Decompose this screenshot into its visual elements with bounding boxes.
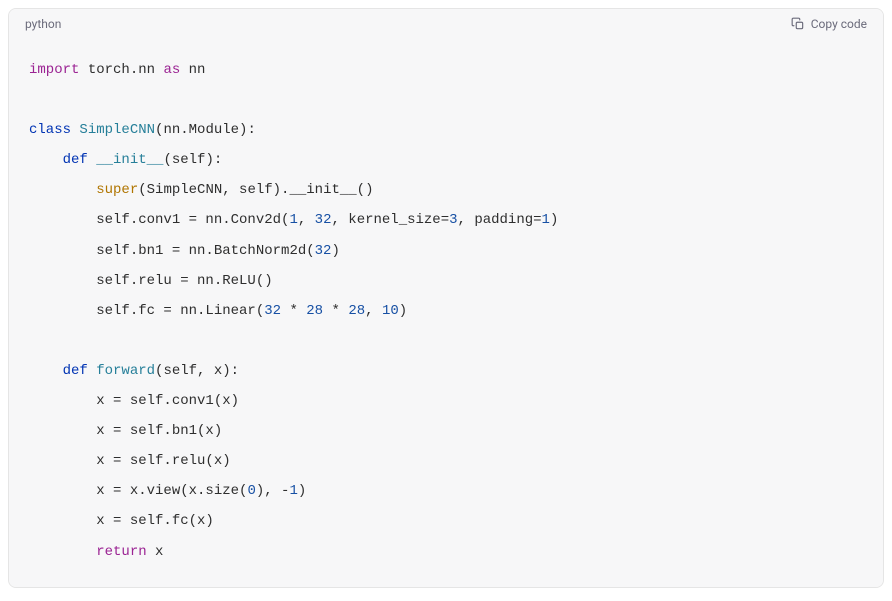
code-token: 10 <box>382 303 399 319</box>
code-token: ): <box>205 152 222 168</box>
code-token <box>29 152 63 168</box>
code-token: 1 <box>289 483 297 499</box>
code-token: , <box>298 212 315 228</box>
code-token: ), - <box>256 483 290 499</box>
code-token: 1 <box>289 212 297 228</box>
code-token: self.bn1 = nn.BatchNorm2d( <box>29 243 315 259</box>
code-token: , <box>365 303 382 319</box>
code-token: self.fc = nn.Linear( <box>29 303 264 319</box>
code-token: ) <box>550 212 558 228</box>
copy-code-label: Copy code <box>811 17 867 31</box>
code-token: (nn.Module): <box>155 122 256 138</box>
code-token: ) <box>331 243 339 259</box>
code-body[interactable]: import torch.nn as nn class SimpleCNN(nn… <box>9 39 883 587</box>
language-label: python <box>25 17 61 31</box>
code-token: * <box>323 303 348 319</box>
code-token: , padding= <box>458 212 542 228</box>
code-token: ): <box>222 363 239 379</box>
code-token: 0 <box>247 483 255 499</box>
code-token: SimpleCNN <box>79 122 155 138</box>
code-token: class <box>29 122 79 138</box>
code-block: python Copy code import torch.nn as nn c… <box>8 8 884 588</box>
code-token: def <box>63 152 97 168</box>
code-token: 28 <box>348 303 365 319</box>
code-token: x = self.relu(x) <box>29 453 231 469</box>
code-token: , kernel_size= <box>331 212 449 228</box>
code-token: self, x <box>163 363 222 379</box>
copy-code-button[interactable]: Copy code <box>791 17 867 31</box>
code-token: 32 <box>315 212 332 228</box>
code-token: import <box>29 62 88 78</box>
code-token: self.relu = nn.ReLU() <box>29 273 273 289</box>
code-token: __init__ <box>96 152 163 168</box>
code-token: ) <box>298 483 306 499</box>
code-token: 3 <box>449 212 457 228</box>
code-token: 32 <box>315 243 332 259</box>
code-token: 28 <box>306 303 323 319</box>
code-token: as <box>163 62 180 78</box>
code-token: super <box>96 182 138 198</box>
code-token: x <box>147 544 164 560</box>
code-token: torch.nn <box>88 62 164 78</box>
code-token: 1 <box>542 212 550 228</box>
code-token: ( <box>163 152 171 168</box>
code-token: nn <box>180 62 205 78</box>
code-token <box>29 544 96 560</box>
code-token: x = x.view(x.size( <box>29 483 247 499</box>
code-token: * <box>281 303 306 319</box>
copy-icon <box>791 17 805 31</box>
code-token: ) <box>399 303 407 319</box>
code-token <box>29 363 63 379</box>
code-token: x = self.fc(x) <box>29 513 214 529</box>
code-token: forward <box>96 363 155 379</box>
code-header: python Copy code <box>9 9 883 39</box>
code-token: x = self.conv1(x) <box>29 393 239 409</box>
code-token <box>29 182 96 198</box>
code-token: def <box>63 363 97 379</box>
code-token: 32 <box>264 303 281 319</box>
code-token: self <box>172 152 206 168</box>
code-token: return <box>96 544 146 560</box>
code-token: x = self.bn1(x) <box>29 423 222 439</box>
code-token: (SimpleCNN, self).__init__() <box>138 182 373 198</box>
code-token: self.conv1 = nn.Conv2d( <box>29 212 289 228</box>
